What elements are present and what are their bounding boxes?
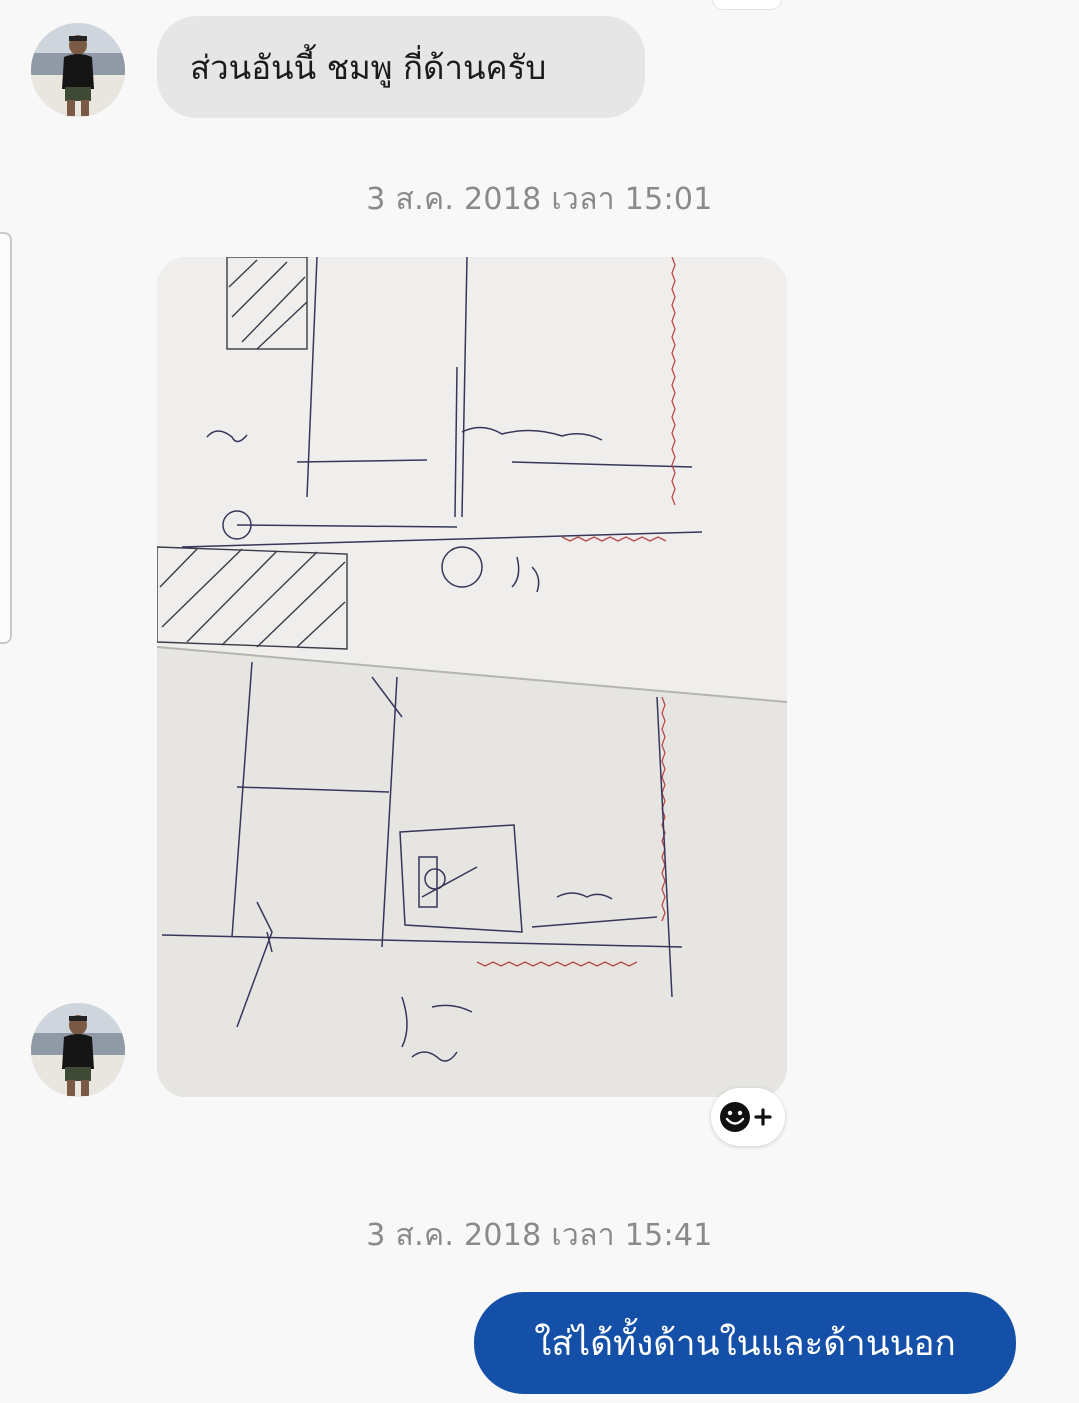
timestamp-second: 3 ส.ค. 2018 เวลา 15:41 [366, 1218, 713, 1253]
previous-message-edge [712, 0, 782, 10]
add-reaction-button[interactable] [711, 1088, 785, 1146]
sender-avatar[interactable] [31, 23, 125, 117]
outgoing-message-bubble[interactable]: ใส่ได้ทั้งด้านในและด้านนอก [474, 1292, 1016, 1394]
person-avatar-icon [31, 1003, 125, 1097]
incoming-message-text: ส่วนอันนี้ ชมพู กี่ด้านครับ [190, 47, 547, 87]
person-avatar-icon [31, 23, 125, 117]
scrollbar[interactable] [0, 232, 12, 644]
photo-attachment[interactable] [157, 257, 787, 1097]
incoming-message-bubble[interactable]: ส่วนอันนี้ ชมพู กี่ด้านครับ [157, 16, 645, 118]
timestamp-first: 3 ส.ค. 2018 เวลา 15:01 [366, 182, 713, 217]
sketch-image [157, 257, 787, 1097]
sender-avatar[interactable] [31, 1003, 125, 1097]
outgoing-message-text: ใส่ได้ทั้งด้านในและด้านนอก [534, 1323, 956, 1364]
smiley-plus-icon [720, 1102, 772, 1132]
